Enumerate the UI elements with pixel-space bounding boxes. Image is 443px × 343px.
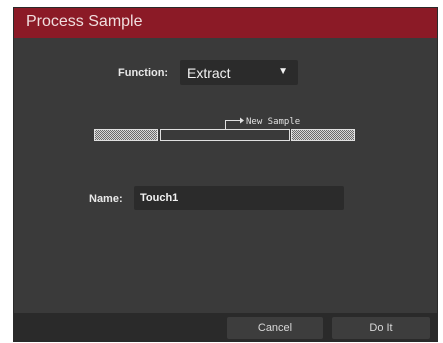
function-selected-value: Extract — [187, 65, 231, 81]
dialog-title: Process Sample — [26, 13, 143, 30]
name-label: Name: — [89, 193, 123, 205]
extract-diagram: New Sample — [94, 117, 355, 141]
new-sample-arrow-line — [225, 120, 240, 129]
new-sample-label: New Sample — [246, 117, 300, 127]
process-sample-dialog: Process Sample Function: Extract ▼ New S… — [13, 7, 438, 342]
dialog-footer: Cancel Do It — [14, 313, 437, 342]
title-bar: Process Sample — [14, 8, 437, 38]
function-dropdown[interactable]: Extract ▼ — [180, 60, 298, 85]
selected-segment — [160, 129, 290, 141]
function-label: Function: — [118, 67, 169, 79]
do-it-button[interactable]: Do It — [332, 317, 430, 339]
name-value: Touch1 — [140, 192, 179, 204]
dialog-content: Function: Extract ▼ New Sample Name: Tou… — [14, 38, 437, 313]
name-field[interactable]: Touch1 — [134, 186, 344, 210]
hatched-segment-left — [94, 129, 158, 141]
hatched-segment-right — [291, 129, 355, 141]
arrow-right-icon — [240, 117, 244, 124]
triangle-down-icon: ▼ — [278, 66, 288, 77]
cancel-button[interactable]: Cancel — [227, 317, 323, 339]
